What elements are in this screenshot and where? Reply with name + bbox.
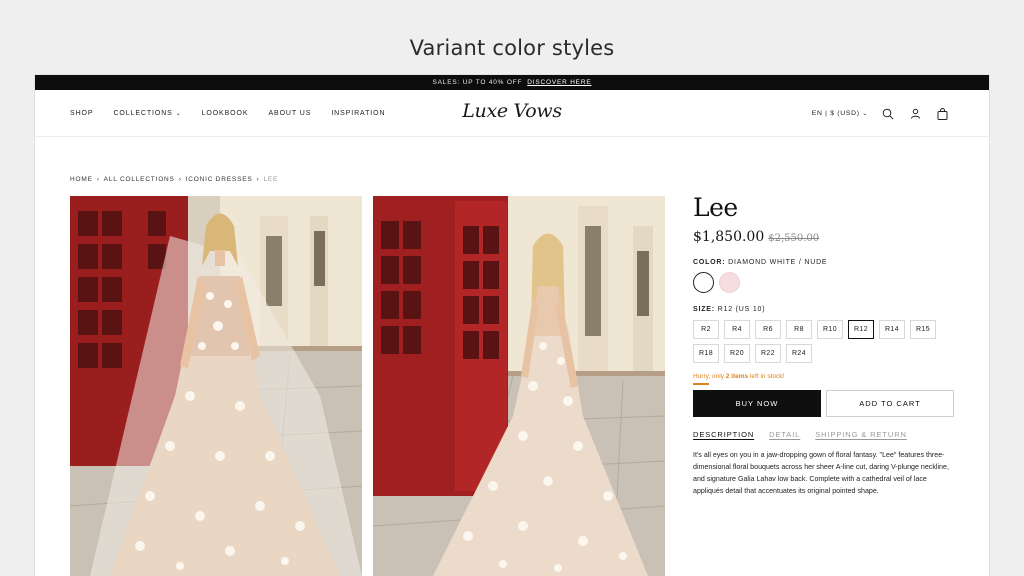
buy-now-button[interactable]: BUY NOW: [693, 389, 821, 417]
size-option-label: SIZE: R12 (US 10): [693, 306, 955, 313]
product-title: Lee: [693, 193, 738, 222]
size-option[interactable]: R24: [786, 344, 812, 363]
breadcrumb: HOME › ALL COLLECTIONS › ICONIC DRESSES › L…: [70, 176, 278, 183]
product-image-back[interactable]: [373, 196, 665, 576]
breadcrumb-separator: ›: [256, 176, 260, 183]
swatch-nude[interactable]: [719, 272, 740, 293]
breadcrumb-home[interactable]: HOME: [70, 176, 93, 183]
purchase-buttons: BUY NOW ADD TO CART: [693, 389, 955, 417]
compare-price: $2,550.00: [768, 233, 820, 244]
tab-detail[interactable]: DETAIL: [769, 430, 800, 439]
tab-description[interactable]: DESCRIPTION: [693, 430, 754, 439]
price-row: $1,850.00 $2,550.00: [693, 229, 955, 245]
size-option[interactable]: R6: [755, 320, 781, 339]
header-utilities: EN | $ (USD) ⌄: [812, 90, 949, 137]
locale-selector[interactable]: EN | $ (USD) ⌄: [812, 110, 868, 117]
bag-icon[interactable]: [935, 107, 949, 121]
search-icon[interactable]: [881, 107, 895, 121]
size-option[interactable]: R10: [817, 320, 843, 339]
color-option-label: COLOR: DIAMOND WHITE / NUDE: [693, 259, 955, 266]
size-options: R2 R4 R6 R8 R10 R12 R14 R15 R18 R20 R22 …: [693, 320, 955, 363]
breadcrumb-current: LEE: [263, 176, 279, 183]
locale-label: EN | $ (USD): [811, 110, 860, 117]
stock-indicator-bar: [693, 383, 709, 385]
breadcrumb-separator: ›: [178, 176, 182, 183]
announcement-bar: SALES: UP TO 40% OFF DISCOVER HERE: [35, 75, 989, 90]
breadcrumb-iconic-dresses[interactable]: ICONIC DRESSES: [186, 176, 253, 183]
browser-frame: SALES: UP TO 40% OFF DISCOVER HERE SHOP …: [35, 75, 989, 576]
stock-count: 2 items: [725, 373, 749, 380]
size-option-selected[interactable]: R12: [848, 320, 874, 339]
size-option[interactable]: R22: [755, 344, 781, 363]
breadcrumb-all-collections[interactable]: ALL COLLECTIONS: [104, 176, 175, 183]
size-label: SIZE:: [693, 306, 715, 313]
size-value: R12 (US 10): [717, 306, 766, 313]
product-price: $1,850.00: [693, 229, 765, 245]
size-option[interactable]: R20: [724, 344, 750, 363]
swatch-diamond-white[interactable]: [693, 272, 714, 293]
size-option[interactable]: R15: [910, 320, 936, 339]
site-header: SHOP COLLECTIONS ⌄ LOOKBOOK ABOUT US INS…: [35, 90, 989, 137]
size-option[interactable]: R4: [724, 320, 750, 339]
size-option[interactable]: R14: [879, 320, 905, 339]
announcement-text: SALES: UP TO 40% OFF: [432, 79, 523, 86]
size-option[interactable]: R18: [693, 344, 719, 363]
add-to-cart-button[interactable]: ADD TO CART: [826, 389, 954, 417]
product-tabs: DESCRIPTION DETAIL SHIPPING & RETURN: [693, 430, 955, 439]
color-label: COLOR:: [693, 259, 726, 266]
user-icon[interactable]: [908, 107, 922, 121]
tab-shipping-return[interactable]: SHIPPING & RETURN: [815, 430, 907, 439]
announcement-link[interactable]: DISCOVER HERE: [527, 79, 591, 86]
product-info: Lee $1,850.00 $2,550.00 COLOR: DIAMOND W…: [693, 193, 955, 497]
breadcrumb-separator: ›: [96, 176, 100, 183]
stock-notice: Hurry, only 2 items left in stock!: [693, 373, 955, 380]
stock-suffix: left in stock!: [749, 373, 785, 380]
stock-prefix: Hurry, only: [693, 373, 724, 380]
color-swatches: [693, 272, 955, 293]
product-description: It's all eyes on you in a jaw-dropping g…: [693, 450, 949, 495]
color-value: DIAMOND WHITE / NUDE: [728, 259, 828, 266]
size-option[interactable]: R2: [693, 320, 719, 339]
page-caption: Variant color styles: [409, 36, 615, 60]
chevron-down-icon: ⌄: [862, 111, 868, 117]
size-option[interactable]: R8: [786, 320, 812, 339]
product-image-front[interactable]: [70, 196, 362, 576]
